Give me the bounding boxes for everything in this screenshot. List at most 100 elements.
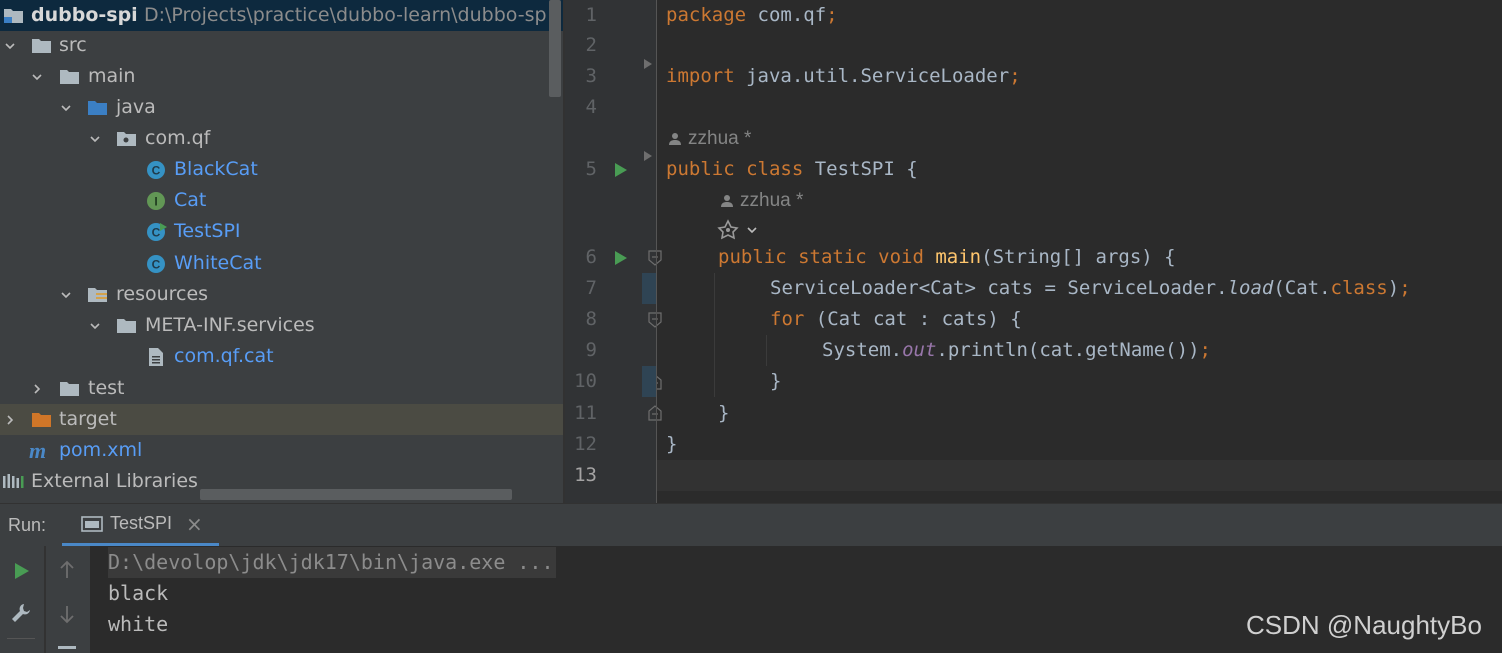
keyword: for [770,308,805,330]
tree-item-package[interactable]: com.qf [0,123,563,154]
ai-assistant-hint[interactable] [716,214,758,245]
code-line-7: ServiceLoader<Cat> cats = ServiceLoader.… [770,273,1411,304]
code-line-6: public static void main(String[] args) { [718,242,1176,273]
console-toolbar [0,546,90,653]
code-text: ServiceLoader<Cat> cats = ServiceLoader. [770,277,1228,299]
tree-item-test[interactable]: test [0,373,563,404]
run-class-icon[interactable] [614,162,628,178]
rerun-icon[interactable] [14,562,30,584]
code-editor[interactable]: package com.qf; import java.util.Service… [657,0,1502,503]
tree-item-label: main [88,65,136,87]
chevron-down-icon[interactable] [56,92,76,123]
folder-icon [59,67,79,86]
tree-item-main[interactable]: main [0,61,563,92]
tree-item-label: com.qf.cat [174,345,274,367]
tree-item-cat[interactable]: I Cat [0,185,563,216]
project-tree-panel: dubbo-spi D:\Projects\practice\dubbo-lea… [0,0,563,503]
line-number: 6 [585,246,597,268]
fold-collapsed-icon[interactable] [642,147,654,161]
tree-item-label: test [88,377,125,399]
code-text: .println(cat.getName()) [936,339,1200,361]
semicolon: ; [1009,65,1021,87]
line-number: 5 [585,158,597,180]
arrow-down-icon[interactable] [59,604,75,628]
run-tab-testspi[interactable]: TestSPI × [62,504,219,547]
console-output-line: black [108,581,169,605]
semicolon: ; [826,4,838,26]
user-icon [721,194,733,207]
tree-item-service-file[interactable]: com.qf.cat [0,341,563,372]
run-tab-label: TestSPI [110,513,173,533]
chevron-down-icon[interactable] [56,279,76,310]
package-icon [116,129,136,148]
code-text: java.util.ServiceLoader [734,65,1010,87]
line-number: 3 [585,65,597,87]
tree-item-label: Cat [174,189,207,211]
tree-item-meta-inf[interactable]: META-INF.services [0,310,563,341]
tree-item-testspi[interactable]: C TestSPI [0,216,563,247]
keyword: package [666,4,747,26]
chevron-down-icon[interactable] [85,123,105,154]
tree-item-whitecat[interactable]: C WhiteCat [0,248,563,279]
svg-text:C: C [152,226,161,240]
line-number: 1 [585,4,597,26]
tree-item-java[interactable]: java [0,92,563,123]
tree-root-name: dubbo-spi [31,4,138,26]
tree-item-src[interactable]: src [0,30,563,61]
tree-root-row[interactable]: dubbo-spi D:\Projects\practice\dubbo-lea… [0,0,563,31]
chevron-right-icon[interactable] [27,373,47,404]
folder-icon [59,379,79,398]
console-icon [81,515,103,537]
run-main-icon[interactable] [614,250,628,266]
keyword: public static void [718,246,924,268]
tree-item-label: WhiteCat [174,252,262,274]
arrow-up-icon[interactable] [59,560,75,584]
interface-icon: I [146,191,166,210]
svg-text:C: C [152,164,161,178]
static-method: load [1227,277,1274,299]
chevron-down-icon[interactable] [0,30,20,61]
wrench-icon[interactable] [10,602,32,628]
author-text: zzhua * [740,190,804,211]
vertical-scrollbar[interactable] [549,0,561,97]
method-name: main [935,246,982,268]
author-inlay-hint[interactable]: zzhua * [668,123,751,154]
svg-text:I: I [154,195,157,209]
chevron-down-icon[interactable] [27,61,47,92]
tree-item-blackcat[interactable]: C BlackCat [0,154,563,185]
line-number: 2 [585,34,597,56]
editor-gutter: 1 2 3 4 5 6 7 8 9 10 11 12 13 [565,0,657,503]
code-text: com.qf [746,4,827,26]
tree-item-pom[interactable]: m pom.xml [0,435,563,466]
code-line-5: public class TestSPI { [666,154,918,185]
tree-item-label: External Libraries [31,470,198,492]
fold-collapsed-icon[interactable] [642,55,654,69]
svg-text:C: C [152,258,161,272]
runnable-class-icon: C [146,222,167,241]
code-text: (Cat. [1273,277,1331,299]
keyword: public class [666,158,804,180]
author-inlay-hint[interactable]: zzhua * [720,185,803,216]
line-number: 13 [574,464,597,486]
run-toolwindow-header: Run: TestSPI × [0,503,1502,547]
tree-item-label: src [59,34,87,56]
tree-item-label: META-INF.services [145,314,315,336]
tree-item-label: pom.xml [59,439,143,461]
chevron-down-icon [747,226,757,233]
line-number: 7 [585,277,597,299]
tree-item-resources[interactable]: resources [0,279,563,310]
code-text: TestSPI { [803,158,918,180]
semicolon: ; [1399,277,1411,299]
chevron-down-icon[interactable] [85,310,105,341]
tree-item-label: TestSPI [174,220,241,242]
code-line-12: } [666,433,678,455]
tree-item-label: target [59,408,117,430]
chevron-right-icon[interactable] [0,404,20,435]
line-number: 8 [585,308,597,330]
text-file-icon [147,347,167,366]
tree-item-target[interactable]: target [0,404,563,435]
horizontal-scrollbar[interactable] [200,489,512,500]
close-icon[interactable]: × [186,512,203,536]
line-number: 12 [574,433,597,455]
resources-folder-icon [87,285,107,304]
